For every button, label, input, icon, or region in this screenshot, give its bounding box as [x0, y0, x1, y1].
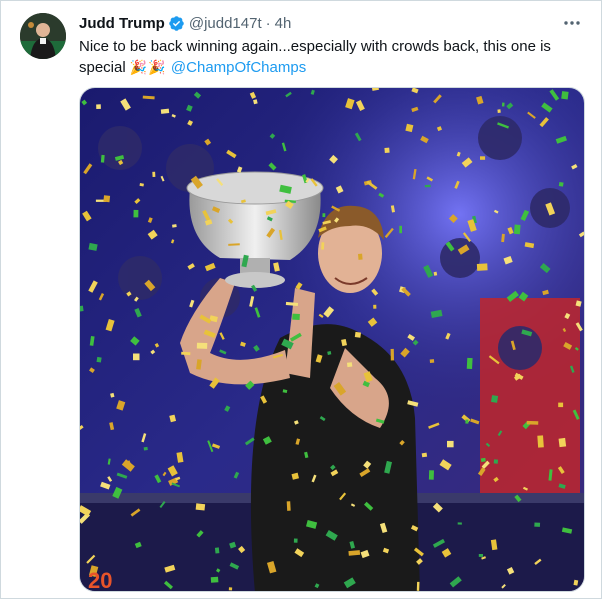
- confetti-piece: [354, 331, 362, 338]
- verified-badge-icon: [169, 15, 184, 31]
- confetti-piece: [447, 440, 454, 448]
- confetti-piece: [478, 554, 483, 557]
- confetti-piece: [228, 587, 233, 591]
- confetti-piece: [558, 181, 564, 187]
- confetti-piece: [133, 353, 140, 361]
- confetti-piece: [143, 446, 148, 451]
- tweet-text: Nice to be back winning again...especial…: [79, 36, 574, 78]
- confetti-piece: [421, 452, 428, 458]
- confetti-piece: [429, 359, 435, 363]
- tweet-card[interactable]: Judd Trump @judd147t · 4h Nice to be bac…: [0, 0, 602, 599]
- confetti-piece: [346, 362, 353, 368]
- confetti-piece: [327, 351, 332, 355]
- confetti-piece: [292, 313, 300, 320]
- confetti-piece: [195, 503, 206, 511]
- confetti-piece: [96, 104, 101, 110]
- confetti-piece: [491, 395, 499, 403]
- timestamp[interactable]: 4h: [275, 15, 292, 32]
- confetti-piece: [466, 357, 473, 369]
- confetti-piece: [480, 457, 486, 462]
- confetti-piece: [181, 351, 191, 356]
- confetti-piece: [501, 102, 505, 107]
- author-handle[interactable]: @judd147t: [189, 15, 262, 32]
- author-name[interactable]: Judd Trump: [79, 15, 165, 32]
- confetti-piece: [172, 224, 177, 228]
- trophy-celebration-photo: 20: [80, 88, 584, 592]
- signage-text: 20: [88, 568, 112, 592]
- confetti-piece: [152, 171, 156, 178]
- confetti-piece: [424, 184, 431, 188]
- confetti-piece: [384, 147, 390, 153]
- confetti-piece: [558, 437, 567, 448]
- confetti-piece: [358, 253, 363, 260]
- confetti-piece: [558, 402, 564, 408]
- tweet-photo[interactable]: 20: [79, 87, 585, 592]
- confetti-piece: [103, 195, 111, 203]
- confetti-piece: [534, 522, 541, 527]
- tweet-header: Judd Trump @judd147t · 4h: [79, 13, 291, 33]
- confetti-piece: [428, 470, 435, 480]
- confetti-piece: [476, 263, 488, 271]
- avatar-image: [20, 13, 66, 59]
- confetti-piece: [348, 550, 361, 556]
- confetti-piece: [493, 459, 498, 464]
- confetti-piece: [160, 108, 170, 114]
- confetti-piece: [196, 342, 208, 349]
- confetti-piece: [480, 156, 486, 160]
- confetti-piece: [373, 304, 377, 309]
- confetti-piece: [96, 356, 102, 363]
- confetti-piece: [537, 435, 544, 448]
- confetti-piece: [457, 522, 462, 525]
- avatar[interactable]: [20, 13, 66, 59]
- party-popper-emoji: 🎉🎉: [129, 59, 167, 75]
- confetti-piece: [513, 224, 521, 235]
- confetti-piece: [321, 242, 325, 250]
- separator-dot: ·: [265, 14, 271, 32]
- confetti-piece: [214, 547, 220, 554]
- confetti-piece: [286, 501, 291, 511]
- confetti-piece: [133, 209, 139, 218]
- confetti-piece: [465, 419, 469, 424]
- confetti-piece: [210, 576, 219, 583]
- confetti-piece: [526, 420, 539, 425]
- confetti-piece: [293, 538, 298, 543]
- more-options-icon[interactable]: [561, 13, 583, 33]
- mention-link[interactable]: @ChampOfChamps: [171, 59, 306, 76]
- confetti-piece: [416, 581, 420, 591]
- confetti-piece: [100, 154, 105, 163]
- confetti-piece: [561, 91, 569, 100]
- confetti-piece: [322, 213, 326, 218]
- confetti-piece: [399, 225, 402, 234]
- confetti-piece: [390, 348, 395, 361]
- confetti-piece: [497, 109, 501, 113]
